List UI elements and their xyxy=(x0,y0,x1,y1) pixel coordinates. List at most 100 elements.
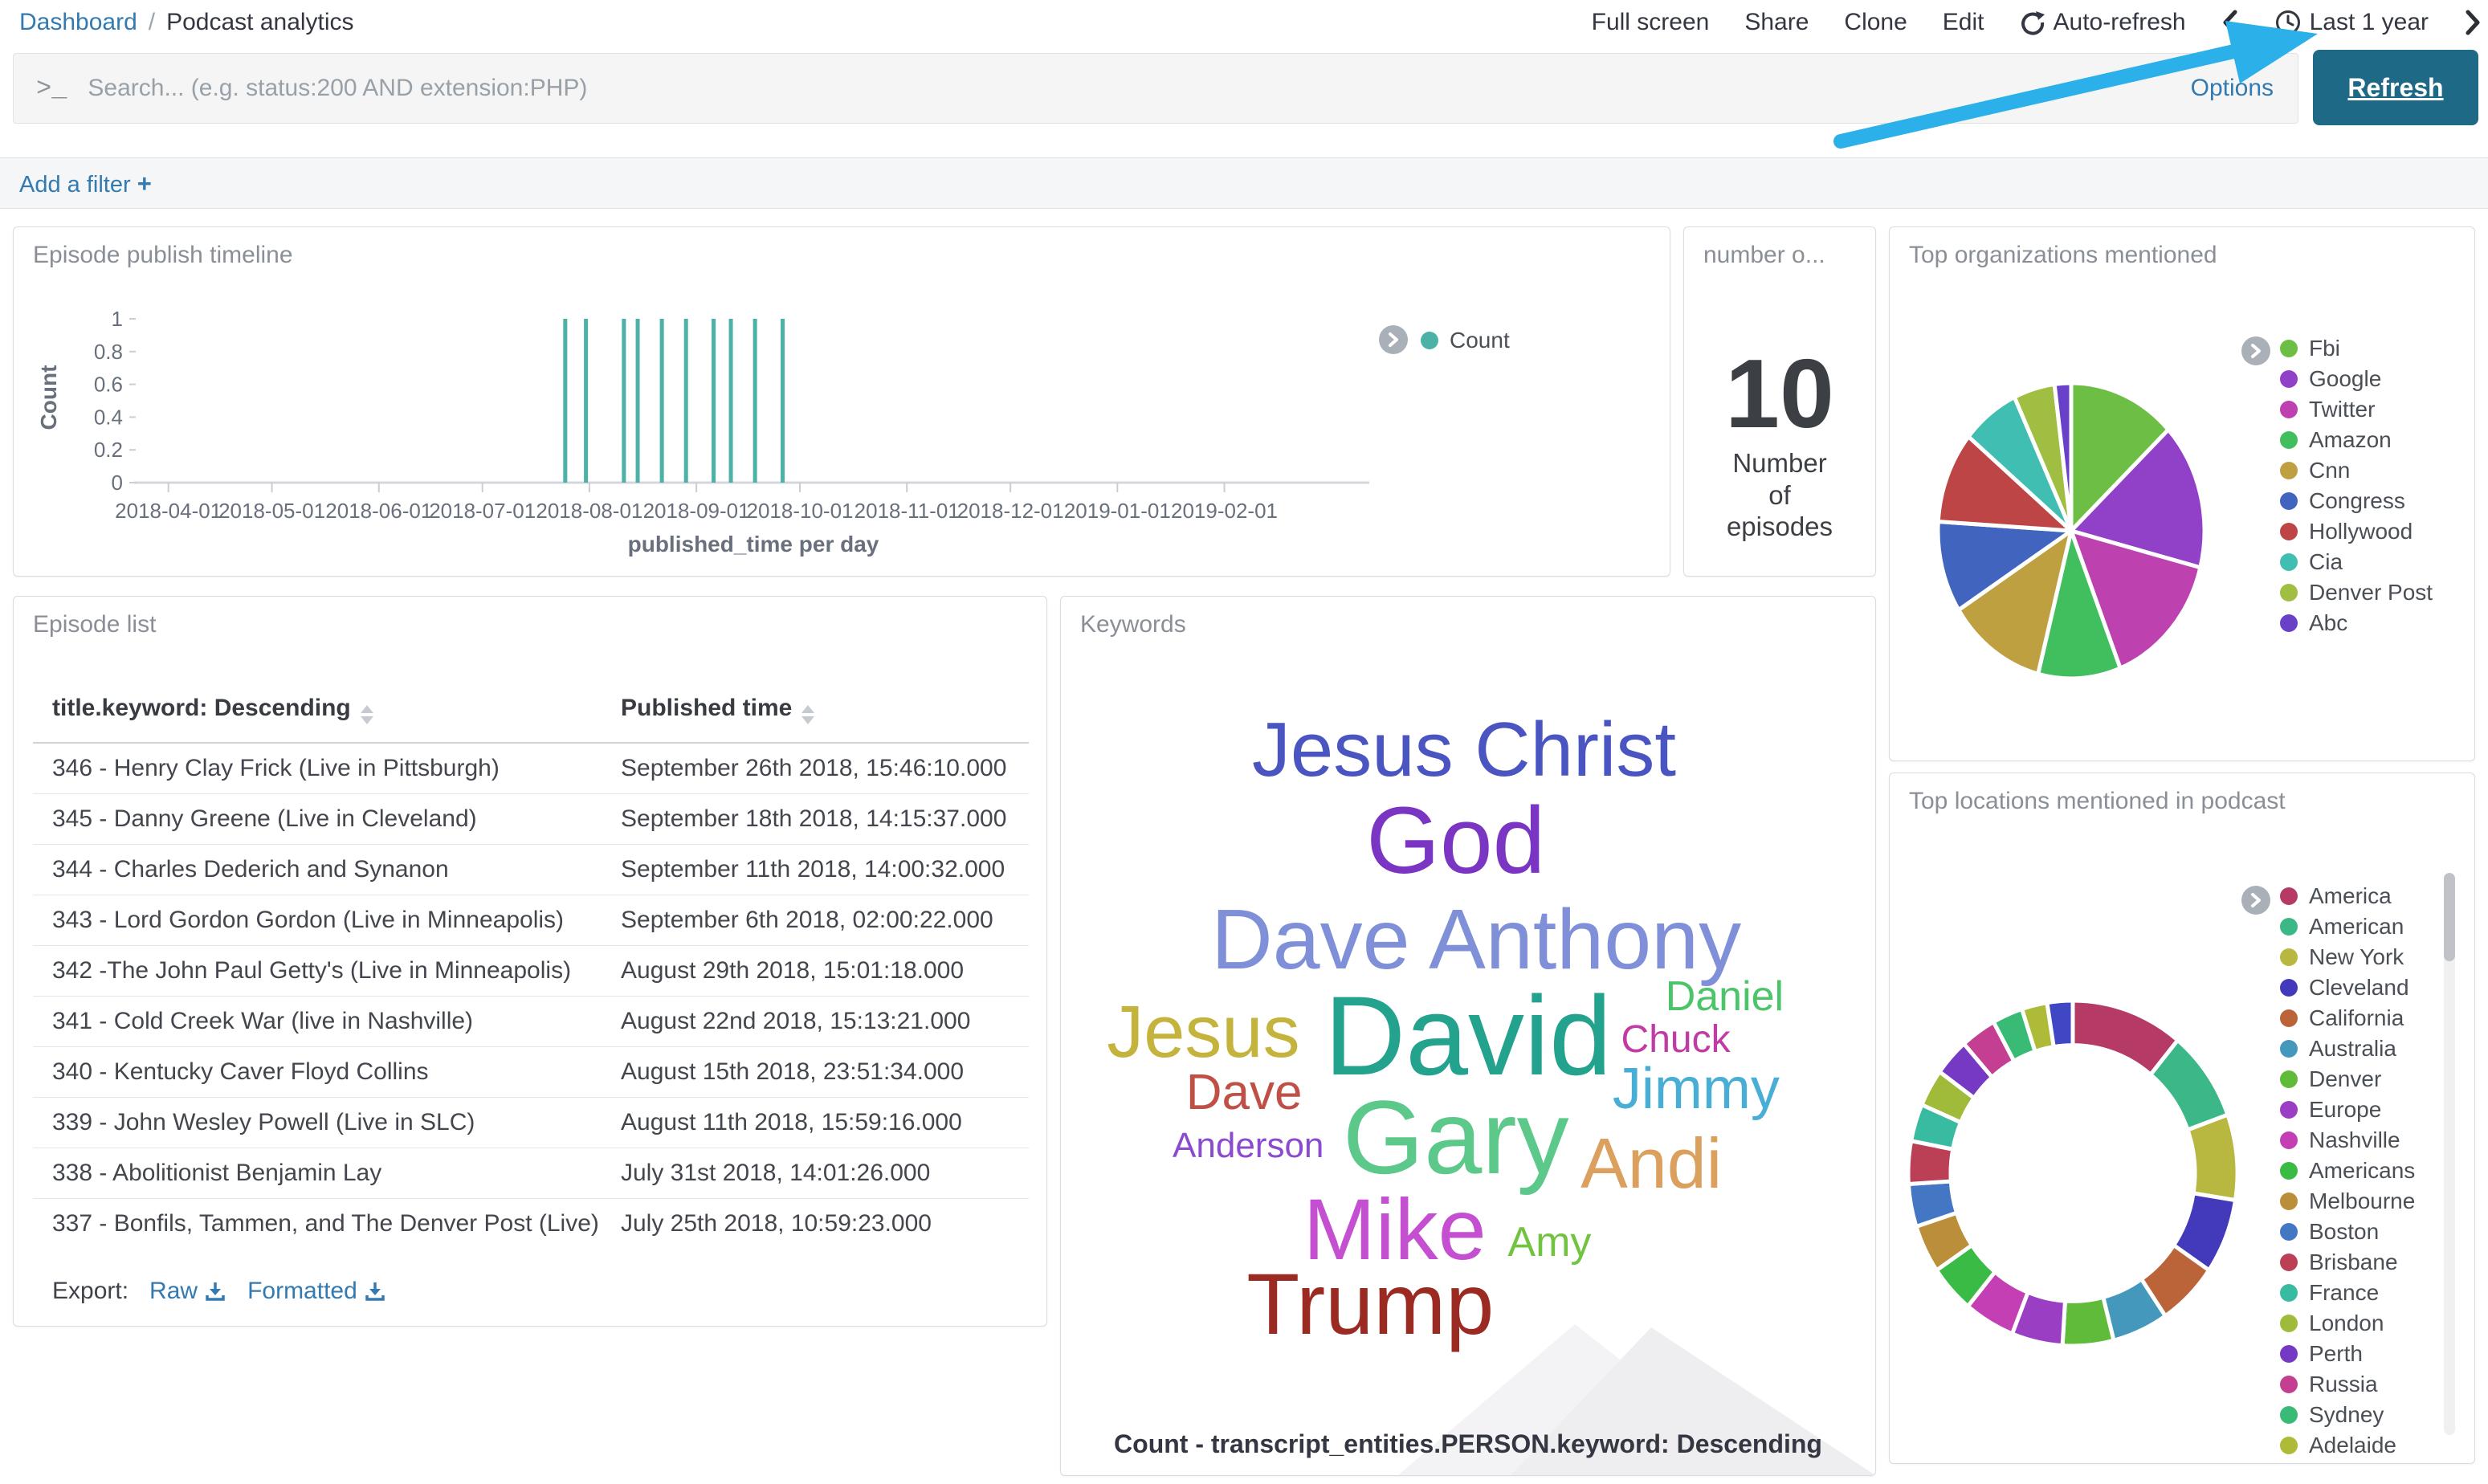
timeline-bar-2018-08-15[interactable] xyxy=(636,319,640,483)
keyword-chuck[interactable]: Chuck xyxy=(1621,1021,1731,1059)
share-button[interactable]: Share xyxy=(1744,9,1809,36)
legend-collapse-button[interactable] xyxy=(2241,336,2270,365)
legend-item-albany[interactable]: Albany xyxy=(2280,1461,2415,1464)
auto-refresh-button[interactable]: Auto-refresh xyxy=(2020,9,2186,36)
legend-item-australia[interactable]: Australia xyxy=(2280,1034,2415,1064)
timeline-chart[interactable]: 00.20.40.60.812018-04-012018-05-012018-0… xyxy=(14,227,1670,576)
legend-item-france[interactable]: France xyxy=(2280,1278,2415,1308)
table-row[interactable]: 345 - Danny Greene (Live in Cleveland)Se… xyxy=(33,793,1029,844)
legend-item-cia[interactable]: Cia xyxy=(2280,547,2433,577)
refresh-button[interactable]: Refresh xyxy=(2313,50,2478,125)
legend-item-google[interactable]: Google xyxy=(2280,364,2433,394)
table-row[interactable]: 339 - John Wesley Powell (Live in SLC)Au… xyxy=(33,1097,1029,1148)
clock-icon xyxy=(2274,9,2302,36)
legend-dot xyxy=(2280,462,2298,479)
keyword-andi[interactable]: Andi xyxy=(1580,1128,1722,1199)
keyword-david[interactable]: David xyxy=(1324,980,1612,1092)
svg-text:0: 0 xyxy=(112,471,123,495)
edit-button[interactable]: Edit xyxy=(1943,9,1984,36)
timeline-bar-2018-09-06[interactable] xyxy=(712,319,716,483)
keyword-gary[interactable]: Gary xyxy=(1343,1085,1569,1189)
keyword-dave-anthony[interactable]: Dave Anthony xyxy=(1211,897,1741,982)
timeline-bar-2018-09-26[interactable] xyxy=(781,319,785,483)
keyword-daniel[interactable]: Daniel xyxy=(1666,976,1784,1017)
timeline-bar-2018-07-31[interactable] xyxy=(584,319,588,483)
legend-item-nashville[interactable]: Nashville xyxy=(2280,1125,2415,1156)
chevron-left-icon xyxy=(2221,9,2239,36)
table-row[interactable]: 346 - Henry Clay Frick (Live in Pittsbur… xyxy=(33,743,1029,793)
keyword-god[interactable]: God xyxy=(1366,793,1545,888)
options-link[interactable]: Options xyxy=(2191,75,2274,102)
legend-item-cnn[interactable]: Cnn xyxy=(2280,455,2433,486)
time-picker-button[interactable]: Last 1 year xyxy=(2274,9,2429,36)
legend-item-russia[interactable]: Russia xyxy=(2280,1369,2415,1400)
time-forward-button[interactable] xyxy=(2464,9,2482,36)
legend-item-americans[interactable]: Americans xyxy=(2280,1156,2415,1186)
clone-button[interactable]: Clone xyxy=(1844,9,1907,36)
breadcrumb: Dashboard / Podcast analytics xyxy=(19,0,354,45)
table-row[interactable]: 338 - Abolitionist Benjamin LayJuly 31st… xyxy=(33,1148,1029,1198)
legend-item-fbi[interactable]: Fbi xyxy=(2280,333,2433,364)
keyword-jesus[interactable]: Jesus xyxy=(1107,995,1299,1069)
timeline-bar-2018-09-11[interactable] xyxy=(729,319,733,483)
timeline-bar-2018-09-18[interactable] xyxy=(753,319,757,483)
legend-item-california[interactable]: California xyxy=(2280,1003,2415,1034)
legend-item-congress[interactable]: Congress xyxy=(2280,486,2433,516)
keyword-dave[interactable]: Dave xyxy=(1186,1068,1303,1118)
export-formatted-link[interactable]: Formatted xyxy=(247,1278,386,1305)
slice-new-york[interactable] xyxy=(2188,1115,2237,1200)
full-screen-button[interactable]: Full screen xyxy=(1592,9,1710,36)
timeline-bar-2018-08-29[interactable] xyxy=(684,319,688,483)
sort-icon[interactable] xyxy=(361,705,373,724)
legend-item-boston[interactable]: Boston xyxy=(2280,1217,2415,1247)
legend-scrollbar-thumb[interactable] xyxy=(2444,873,2455,961)
legend-item[interactable]: Count xyxy=(1421,325,1510,356)
search-input[interactable]: >_ Search... (e.g. status:200 AND extens… xyxy=(13,53,2298,124)
legend-item-melbourne[interactable]: Melbourne xyxy=(2280,1186,2415,1217)
legend-item-american[interactable]: American xyxy=(2280,911,2415,942)
table-row[interactable]: 343 - Lord Gordon Gordon (Live in Minnea… xyxy=(33,895,1029,945)
legend-item-london[interactable]: London xyxy=(2280,1308,2415,1339)
legend-item-denver-post[interactable]: Denver Post xyxy=(2280,577,2433,608)
timeline-bar-2018-07-25[interactable] xyxy=(563,319,567,483)
legend-item-perth[interactable]: Perth xyxy=(2280,1339,2415,1369)
export-raw-link[interactable]: Raw xyxy=(149,1278,226,1305)
slice-denver[interactable] xyxy=(2062,1297,2114,1346)
legend-item-abc[interactable]: Abc xyxy=(2280,608,2433,638)
legend-collapse-button[interactable] xyxy=(2241,886,2270,915)
keyword-jimmy[interactable]: Jimmy xyxy=(1613,1060,1780,1118)
column-header-title[interactable]: title.keyword: Descending xyxy=(33,674,602,743)
legend-item-sydney[interactable]: Sydney xyxy=(2280,1400,2415,1430)
add-filter-button[interactable]: Add a filter + xyxy=(19,169,152,198)
keyword-anderson[interactable]: Anderson xyxy=(1173,1128,1324,1164)
keyword-jesus-christ[interactable]: Jesus Christ xyxy=(1252,711,1676,789)
timeline-bar-2018-08-22[interactable] xyxy=(660,319,664,483)
table-row[interactable]: 341 - Cold Creek War (live in Nashville)… xyxy=(33,996,1029,1046)
legend-item-new-york[interactable]: New York xyxy=(2280,942,2415,972)
slice-albany[interactable] xyxy=(2047,1001,2073,1047)
table-row[interactable]: 344 - Charles Dederich and SynanonSeptem… xyxy=(33,844,1029,895)
table-row[interactable]: 340 - Kentucky Caver Floyd CollinsAugust… xyxy=(33,1046,1029,1097)
legend-item-amazon[interactable]: Amazon xyxy=(2280,425,2433,455)
legend-item-denver[interactable]: Denver xyxy=(2280,1064,2415,1095)
table-row[interactable]: 337 - Bonfils, Tammen, and The Denver Po… xyxy=(33,1198,1029,1249)
legend-scrollbar-track[interactable] xyxy=(2444,873,2455,1435)
sort-icon[interactable] xyxy=(801,705,814,724)
legend-item-brisbane[interactable]: Brisbane xyxy=(2280,1247,2415,1278)
column-header-published-time[interactable]: Published time xyxy=(602,674,1029,743)
time-back-button[interactable] xyxy=(2221,9,2239,36)
legend-item-adelaide[interactable]: Adelaide xyxy=(2280,1430,2415,1461)
legend-item-america[interactable]: America xyxy=(2280,881,2415,911)
timeline-bar-2018-08-11[interactable] xyxy=(622,319,626,483)
legend-collapse-button[interactable] xyxy=(1379,325,1408,354)
legend-item-hollywood[interactable]: Hollywood xyxy=(2280,516,2433,547)
breadcrumb-dashboard-link[interactable]: Dashboard xyxy=(19,9,137,36)
legend-item-twitter[interactable]: Twitter xyxy=(2280,394,2433,425)
legend-dot xyxy=(2280,584,2298,601)
keyword-trump[interactable]: Trump xyxy=(1246,1261,1494,1347)
panel-title: number o... xyxy=(1703,242,1825,269)
table-row[interactable]: 342 -The John Paul Getty's (Live in Minn… xyxy=(33,945,1029,996)
legend-item-europe[interactable]: Europe xyxy=(2280,1095,2415,1125)
keyword-amy[interactable]: Amy xyxy=(1507,1221,1591,1263)
legend-item-cleveland[interactable]: Cleveland xyxy=(2280,972,2415,1003)
